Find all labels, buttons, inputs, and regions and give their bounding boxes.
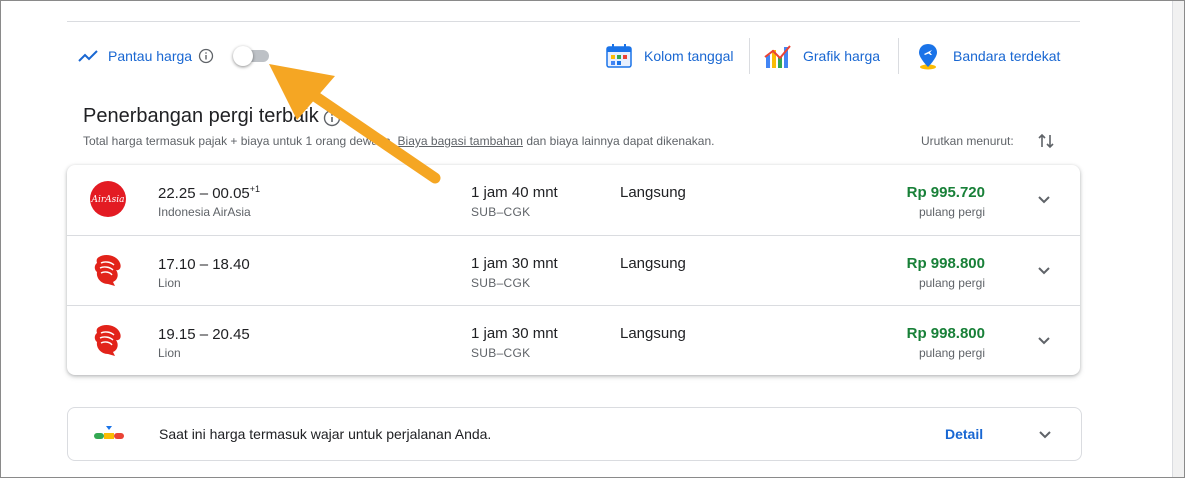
info-icon[interactable] <box>198 48 214 64</box>
divider <box>898 38 899 74</box>
nearby-airports-label: Bandara terdekat <box>953 48 1061 64</box>
flight-times: 19.15 – 20.45 <box>158 326 250 343</box>
price-tracking-label: Pantau harga <box>108 48 193 64</box>
calendar-grid-icon <box>606 44 632 68</box>
chevron-down-icon[interactable] <box>1035 331 1053 349</box>
detail-link[interactable]: Detail <box>945 426 983 442</box>
flight-price: Rp 998.800 <box>906 255 985 272</box>
lion-air-logo <box>94 325 121 356</box>
chevron-down-icon[interactable] <box>1035 190 1053 208</box>
price-note-text-end: dan biaya lainnya dapat dikenakan. <box>526 134 715 148</box>
flight-duration: 1 jam 30 mnt <box>471 255 558 272</box>
airline-name: Indonesia AirAsia <box>158 205 251 219</box>
divider <box>67 21 1080 22</box>
price-type: pulang pergi <box>918 276 985 290</box>
scrollbar[interactable] <box>1172 1 1184 477</box>
annotation-arrow <box>269 64 441 184</box>
trend-line-icon <box>78 50 98 62</box>
flight-route: SUB–CGK <box>471 205 531 219</box>
price-type: pulang pergi <box>918 346 985 360</box>
price-type: pulang pergi <box>918 205 985 219</box>
flight-stops: Langsung <box>620 325 686 342</box>
price-insight-card[interactable]: Saat ini harga termasuk wajar untuk perj… <box>67 407 1082 461</box>
flight-times: 22.25 – 00.05+1 <box>158 184 261 202</box>
chevron-down-icon[interactable] <box>1035 261 1053 279</box>
flight-route: SUB–CGK <box>471 276 531 290</box>
flight-row[interactable]: 17.10 – 18.40 Lion 1 jam 30 mnt SUB–CGK … <box>67 235 1080 306</box>
divider <box>749 38 750 74</box>
toggle-thumb <box>233 46 253 66</box>
price-graph-label: Grafik harga <box>803 48 881 64</box>
airline-name: Lion <box>158 346 181 360</box>
price-insight-text: Saat ini harga termasuk wajar untuk perj… <box>159 426 492 442</box>
sort-icon[interactable] <box>1036 131 1056 151</box>
date-grid-button[interactable]: Kolom tanggal <box>604 38 734 74</box>
flight-duration: 1 jam 40 mnt <box>471 184 558 201</box>
airport-pin-icon <box>919 44 937 70</box>
price-tracking: Pantau harga <box>76 44 214 68</box>
flight-row[interactable]: 19.15 – 20.45 Lion 1 jam 30 mnt SUB–CGK … <box>67 305 1080 376</box>
price-level-gauge-icon <box>94 426 124 439</box>
airline-name: Lion <box>158 276 181 290</box>
flight-stops: Langsung <box>620 184 686 201</box>
flight-route: SUB–CGK <box>471 346 531 360</box>
chevron-down-icon[interactable] <box>1036 425 1054 443</box>
flight-price: Rp 998.800 <box>906 325 985 342</box>
price-graph-icon <box>764 45 791 68</box>
flight-stops: Langsung <box>620 255 686 272</box>
nearby-airports-button[interactable]: Bandara terdekat <box>913 38 1060 74</box>
lion-air-logo <box>94 255 121 286</box>
date-grid-label: Kolom tanggal <box>644 48 734 64</box>
airasia-logo: AirAsia <box>90 181 126 217</box>
price-graph-button[interactable]: Grafik harga <box>763 38 880 74</box>
flight-row[interactable]: AirAsia 22.25 – 00.05+1 Indonesia AirAsi… <box>67 165 1080 235</box>
flight-price: Rp 995.720 <box>906 184 985 201</box>
flights-list: AirAsia 22.25 – 00.05+1 Indonesia AirAsi… <box>67 165 1080 375</box>
sort-label: Urutkan menurut: <box>921 134 1014 148</box>
flight-times: 17.10 – 18.40 <box>158 256 250 273</box>
flight-duration: 1 jam 30 mnt <box>471 325 558 342</box>
svg-text:AirAsia: AirAsia <box>90 195 124 205</box>
